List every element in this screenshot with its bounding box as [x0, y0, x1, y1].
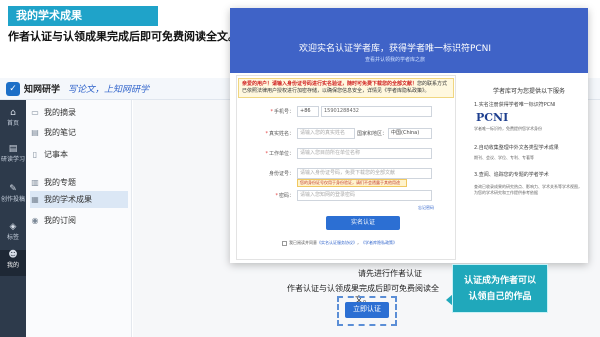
rail-item-mine[interactable]: ☻ 我的	[0, 250, 26, 276]
app-brand: 知网研学	[24, 85, 61, 95]
agree-checkbox[interactable]	[282, 240, 287, 246]
notepad-icon: ▯	[32, 150, 38, 159]
notice-prefix: 亲爱的用户！	[242, 81, 273, 87]
region-label: 国家和地区：	[357, 131, 388, 137]
benefit-1-desc: 学者唯一标识符，免费提供您学术身份	[474, 126, 542, 131]
benefits-title: 学者库可为您提供以下服务	[492, 88, 565, 95]
sidebar-item-topic[interactable]: ▥ 我的专题	[30, 174, 128, 191]
phone-row: *手机号： +86 15901288432	[240, 106, 440, 117]
id-row: 身份证号： 请输入身份证号码，免费下载您的全部文献	[240, 168, 440, 179]
benefit-1: 1.实名注册获得学者唯一标识符PCNI	[474, 102, 556, 108]
rail-item-write[interactable]: ✎ 创作投稿	[0, 184, 26, 214]
region-select[interactable]: 中国(China)	[388, 128, 432, 139]
tag-icon: ◈	[9, 222, 17, 232]
notice-highlight: 请输入身份证号码进行实名验证，随时可免费下载您的全部文献！	[272, 81, 418, 87]
verify-button[interactable]: 实名认证	[326, 216, 400, 230]
password-field[interactable]: 请输入您知网的登录密码	[297, 190, 432, 201]
app-slogan: 写论文，上知网研学	[68, 85, 150, 95]
slide-subtitle: 作者认证与认领成果完成后即可免费阅读全文。	[8, 30, 239, 43]
benefit-3-desc: 查询已收录成果的研究热点、影响力、学术关系等学术视图，为您的学术研究和工作提供参…	[474, 184, 582, 195]
work-label: *工作单位：	[265, 151, 294, 157]
rail-item-tag[interactable]: ◈ 标签	[0, 222, 26, 246]
name-row: *真实姓名： 请输入您的真实姓名 国家和地区： 中国(China)	[240, 128, 440, 139]
work-unit-field[interactable]: 请输入您目前所在单位名称	[297, 148, 432, 159]
rail-item-study[interactable]: ▤ 研读学习	[0, 144, 26, 174]
sidebar-item-notes[interactable]: ▤ 我的笔记	[30, 124, 128, 141]
name-label: *真实姓名：	[265, 131, 294, 137]
author-verify-prompt: 请先进行作者认证	[358, 269, 422, 278]
id-number-field[interactable]: 请输入身份证号码，免费下载您的全部文献	[297, 168, 432, 179]
benefit-2: 2.自动收集整理中外文各类型学术成果	[474, 145, 559, 151]
privacy-policy-link[interactable]: 《学者库隐私政策》	[361, 240, 397, 245]
sidebar-item-label: 我的摘录	[44, 108, 76, 117]
rail-label: 标签	[6, 234, 19, 241]
agreement-row: 我已阅读并同意《实名认证服务协议》，《学者库隐私政策》	[282, 240, 397, 246]
modal-subtitle: 查看并认领我的学者库之旅	[364, 57, 425, 63]
note-icon: ▤	[31, 128, 39, 137]
notice-box: 亲爱的用户！请输入身份证号码进行实名验证，随时可免费下载您的全部文献！您的联系方…	[238, 78, 454, 98]
subscribe-icon: ◉	[31, 216, 39, 225]
topic-icon: ▥	[31, 178, 39, 187]
work-row: *工作单位： 请输入您目前所在单位名称	[240, 148, 440, 159]
modal-title: 欢迎实名认证学者库，获得学者唯一标识符PCNI	[298, 44, 492, 54]
rail-label: 研读学习	[0, 156, 25, 163]
achievement-icon: ▦	[31, 195, 39, 204]
slide-title: 我的学术成果	[8, 6, 158, 26]
benefit-3: 3.查阅、追踪您的专题的学者学术	[474, 172, 549, 178]
phone-prefix-select[interactable]: +86	[297, 106, 319, 117]
password-row: *密码： 请输入您知网的登录密码	[240, 190, 440, 201]
benefit-2-desc: 期刊、会议、学位、专利、专著等	[474, 155, 534, 160]
modal-header: 欢迎实名认证学者库，获得学者唯一标识符PCNI 查看并认领我的学者库之旅	[230, 8, 588, 73]
phone-label: *手机号：	[270, 109, 294, 115]
pcni-logo: PCNI	[476, 111, 509, 124]
service-agreement-link[interactable]: 《实名认证服务协议》	[317, 240, 357, 245]
icon-rail: ⌂ 首页 ▤ 研读学习 ✎ 创作投稿 ◈ 标签 ☻ 我的	[0, 100, 26, 337]
sidebar-item-subscribe[interactable]: ◉ 我的订阅	[30, 212, 128, 229]
check-logo-icon: ✓	[6, 82, 20, 96]
rail-label: 创作投稿	[0, 196, 25, 203]
sidebar-item-label: 我的笔记	[44, 128, 76, 137]
password-label: *密码：	[275, 193, 294, 199]
sidebar-item-label: 记事本	[44, 150, 68, 159]
excerpt-icon: ▭	[31, 108, 39, 117]
rail-label: 首页	[6, 120, 19, 127]
study-icon: ▤	[8, 144, 18, 154]
id-label: 身份证号：	[268, 171, 294, 177]
sidebar-item-label: 我的订阅	[44, 216, 76, 225]
sidebar-item-label: 我的学术成果	[44, 195, 92, 204]
real-name-field[interactable]: 请输入您的真实姓名	[297, 128, 355, 139]
sidebar-item-label: 我的专题	[44, 178, 76, 187]
sidebar-item-excerpt[interactable]: ▭ 我的摘录	[30, 104, 128, 121]
sidebar-item-notepad[interactable]: ▯ 记事本	[30, 146, 128, 163]
rail-item-home[interactable]: ⌂ 首页	[0, 108, 26, 134]
forgot-password-link[interactable]: 忘记密码	[418, 205, 434, 211]
callout-line-1: 认证成为作者可以	[463, 276, 536, 286]
agree-text: 我已阅读并同意	[289, 240, 317, 245]
id-tip: 您的身份证号仅用于身份验证，请们不会透露于其他用途	[297, 179, 407, 187]
phone-field[interactable]: 15901288432	[321, 106, 432, 117]
sidebar: ▭ 我的摘录 ▤ 我的笔记 ▯ 记事本 ▥ 我的专题 ▦ 我的学术成果 ◉ 我的订阅	[26, 100, 132, 337]
user-icon: ☻	[8, 250, 18, 260]
callout-line-2: 认领自己的作品	[468, 292, 532, 302]
callout-box: 认证成为作者可以 认领自己的作品	[452, 264, 548, 313]
sidebar-item-achievement[interactable]: ▦ 我的学术成果	[30, 191, 128, 208]
rail-label: 我的	[6, 262, 19, 269]
write-icon: ✎	[9, 184, 17, 194]
home-icon: ⌂	[10, 108, 16, 118]
verify-now-button[interactable]: 立即认证	[345, 302, 389, 318]
